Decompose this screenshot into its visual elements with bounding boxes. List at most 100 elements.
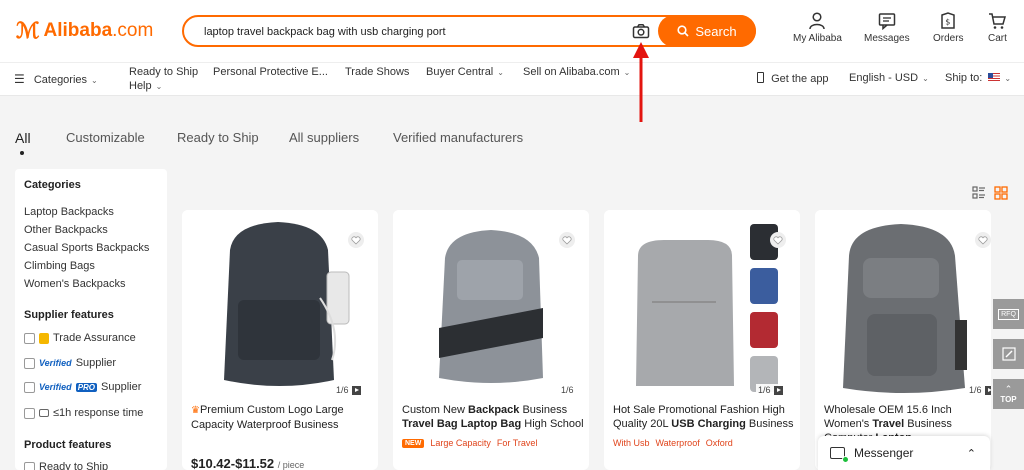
search-button[interactable]: Search [658, 15, 756, 47]
product-title[interactable]: Custom New Backpack Business Travel Bag … [402, 403, 584, 431]
nav-help-label: Help [129, 80, 152, 92]
nav-buyer-central[interactable]: Buyer Central ⌄ [426, 66, 504, 78]
product-title-part: Custom New [402, 404, 469, 416]
verified-badge: Verified [39, 358, 72, 368]
filter-verified-supplier[interactable]: Verified Supplier [24, 357, 116, 369]
product-title[interactable]: Hot Sale Promotional Fashion High Qualit… [613, 403, 795, 431]
video-play-icon[interactable] [773, 385, 783, 395]
verified-supplier-label: Supplier [75, 357, 117, 369]
product-image[interactable] [815, 210, 991, 400]
checkbox[interactable] [24, 332, 35, 344]
svg-text:$: $ [945, 18, 950, 27]
categories-heading: Categories [24, 179, 81, 191]
feedback-button[interactable] [993, 339, 1024, 369]
product-card[interactable]: 1/6 ♛Premium Custom Logo Large Capacity … [182, 210, 378, 470]
search-button-label: Search [695, 23, 737, 39]
nav-ship-to-label: Ship to: [945, 72, 983, 84]
messenger-widget[interactable]: Messenger ⌃ [818, 436, 990, 470]
alibaba-logo-icon: ℳ [16, 18, 40, 44]
category-link-climbing-bags[interactable]: Climbing Bags [24, 260, 95, 272]
video-play-icon[interactable] [351, 385, 361, 395]
checkbox[interactable] [24, 357, 35, 369]
orders-button[interactable]: $ Orders [933, 12, 964, 44]
search-icon [677, 25, 689, 37]
tab-all-suppliers[interactable]: All suppliers [289, 130, 359, 145]
annotation-arrow-icon [633, 42, 649, 122]
product-tag: Waterproof [655, 438, 700, 448]
my-alibaba-label: My Alibaba [793, 33, 842, 44]
image-counter: 1/6 [756, 384, 785, 396]
filter-verified-pro-supplier[interactable]: Verified PRO Supplier [24, 381, 141, 393]
filter-ready-to-ship[interactable]: Ready to Ship [24, 461, 108, 470]
checkbox[interactable] [24, 407, 35, 419]
chevron-up-icon[interactable]: ⌃ [967, 447, 976, 460]
response-time-label: ≤1h response time [53, 407, 144, 419]
nav-get-app[interactable]: Get the app [757, 72, 829, 85]
nav-ppe[interactable]: Personal Protective E... [213, 66, 328, 78]
checkbox[interactable] [24, 381, 35, 393]
image-search-camera-icon[interactable] [632, 23, 652, 41]
nav-language-currency[interactable]: English - USD ⌄ [849, 72, 929, 84]
product-title-text: Premium Custom Logo Large Capacity Water… [191, 404, 344, 431]
category-link-other-backpacks[interactable]: Other Backpacks [24, 224, 108, 236]
rfq-button[interactable]: RFQ [993, 299, 1024, 329]
feedback-edit-icon [1001, 347, 1016, 361]
nav-sell-on-alibaba[interactable]: Sell on Alibaba.com ⌄ [523, 66, 630, 78]
filter-response-time[interactable]: ≤1h response time [24, 407, 143, 419]
user-icon [809, 12, 826, 30]
tab-ready-to-ship[interactable]: Ready to Ship [177, 130, 259, 145]
nav-language-label: English - USD [849, 72, 919, 84]
nav-ready-to-ship-label: Ready to Ship [129, 66, 199, 78]
nav-ready-to-ship[interactable]: Ready to Ship [129, 66, 198, 78]
phone-icon [757, 72, 764, 83]
category-link-womens-backpacks[interactable]: Women's Backpacks [24, 278, 126, 290]
filter-trade-assurance[interactable]: Trade Assurance [24, 332, 136, 344]
chevron-down-icon: ⌄ [91, 76, 98, 85]
messages-button[interactable]: Messages [864, 12, 910, 44]
favorite-heart-icon[interactable] [348, 232, 364, 248]
image-counter: 1/6 [334, 384, 363, 396]
rfq-icon: RFQ [998, 308, 1019, 320]
product-card[interactable]: 1/6 Custom New Backpack Business Travel … [393, 210, 589, 470]
cart-button[interactable]: Cart [988, 12, 1007, 44]
product-title-part: Business [745, 418, 794, 430]
grid-view-icon[interactable] [994, 186, 1008, 200]
verified-badge: Verified [39, 382, 72, 392]
list-view-icon[interactable] [972, 186, 986, 200]
tab-verified-manufacturers[interactable]: Verified manufacturers [393, 130, 523, 145]
product-title-keyword: Travel [872, 418, 905, 430]
my-alibaba-button[interactable]: My Alibaba [793, 12, 842, 44]
favorite-heart-icon[interactable] [559, 232, 575, 248]
favorite-heart-icon[interactable] [770, 232, 786, 248]
video-play-icon[interactable] [984, 385, 991, 395]
nav-categories[interactable]: ☰ Categories ⌄ [14, 72, 98, 86]
product-card[interactable]: 1/6 Hot Sale Promotional Fashion High Qu… [604, 210, 800, 470]
favorite-heart-icon[interactable] [975, 232, 991, 248]
category-link-laptop-backpacks[interactable]: Laptop Backpacks [24, 206, 114, 218]
back-to-top-button[interactable]: ⌃ TOP [993, 379, 1024, 409]
tab-customizable[interactable]: Customizable [66, 130, 145, 145]
pro-badge: PRO [75, 382, 98, 392]
product-tags: NEW Large Capacity For Travel [402, 438, 537, 448]
nav-help[interactable]: Help ⌄ [129, 80, 162, 92]
tab-all[interactable]: All [15, 130, 31, 146]
image-counter-text: 1/6 [758, 385, 771, 395]
nav-buyer-central-label: Buyer Central [426, 66, 494, 78]
search-input[interactable] [204, 23, 624, 41]
chevron-down-icon: ⌄ [1004, 74, 1012, 83]
checkbox[interactable] [24, 461, 35, 470]
chevron-up-icon: ⌃ [1004, 384, 1013, 394]
nav-trade-shows[interactable]: Trade Shows [345, 66, 409, 78]
product-title[interactable]: ♛Premium Custom Logo Large Capacity Wate… [191, 403, 373, 432]
product-card[interactable]: 1/6 Wholesale OEM 15.6 Inch Women's Trav… [815, 210, 991, 470]
alibaba-logo[interactable]: ℳ Alibaba .com [16, 18, 153, 44]
filter-sidebar: Categories Laptop Backpacks Other Backpa… [15, 169, 167, 470]
product-title-part: High School [521, 418, 584, 430]
nav-ship-to[interactable]: Ship to: ⌄ [945, 72, 1011, 84]
product-price-value: $10.42-$11.52 [191, 456, 275, 470]
brand-suffix: .com [112, 20, 154, 41]
image-counter: 1/6 [967, 384, 991, 396]
view-toggle [972, 186, 1008, 200]
category-link-casual-sports[interactable]: Casual Sports Backpacks [24, 242, 149, 254]
top-header: ℳ Alibaba.com Search My Alibaba Messages… [0, 0, 1024, 62]
